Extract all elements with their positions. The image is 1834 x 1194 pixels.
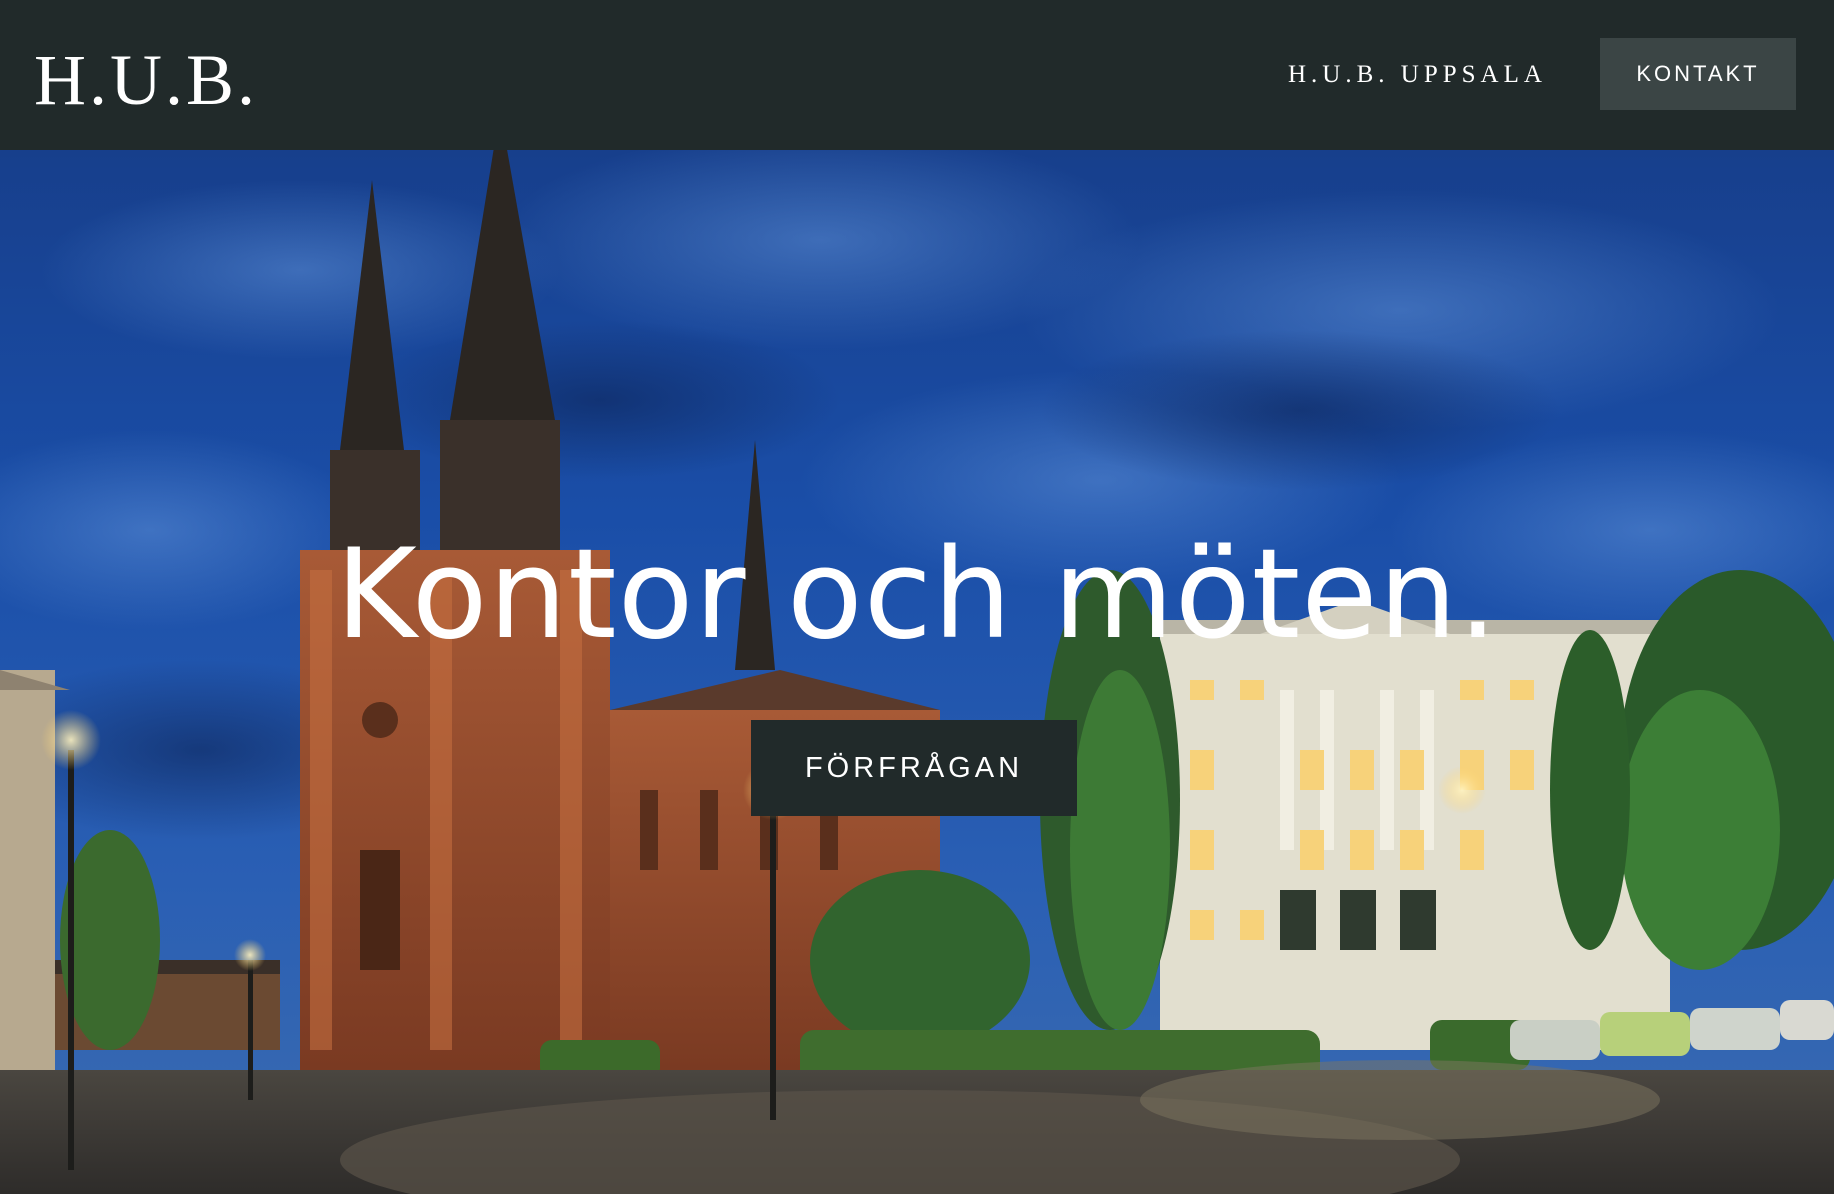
hero-section: Kontor och möten. FÖRFRÅGAN (0, 150, 1834, 1194)
hero-background-image (0, 150, 1834, 1194)
site-header: H.U.B. H.U.B. UPPSALA KONTAKT (0, 0, 1834, 150)
hero-title: Kontor och möten. (335, 523, 1499, 667)
request-button[interactable]: FÖRFRÅGAN (751, 720, 1077, 816)
contact-button[interactable]: KONTAKT (1600, 38, 1796, 110)
nav-link-hub-uppsala[interactable]: H.U.B. UPPSALA (1288, 60, 1547, 90)
site-logo[interactable]: H.U.B. (34, 38, 258, 122)
